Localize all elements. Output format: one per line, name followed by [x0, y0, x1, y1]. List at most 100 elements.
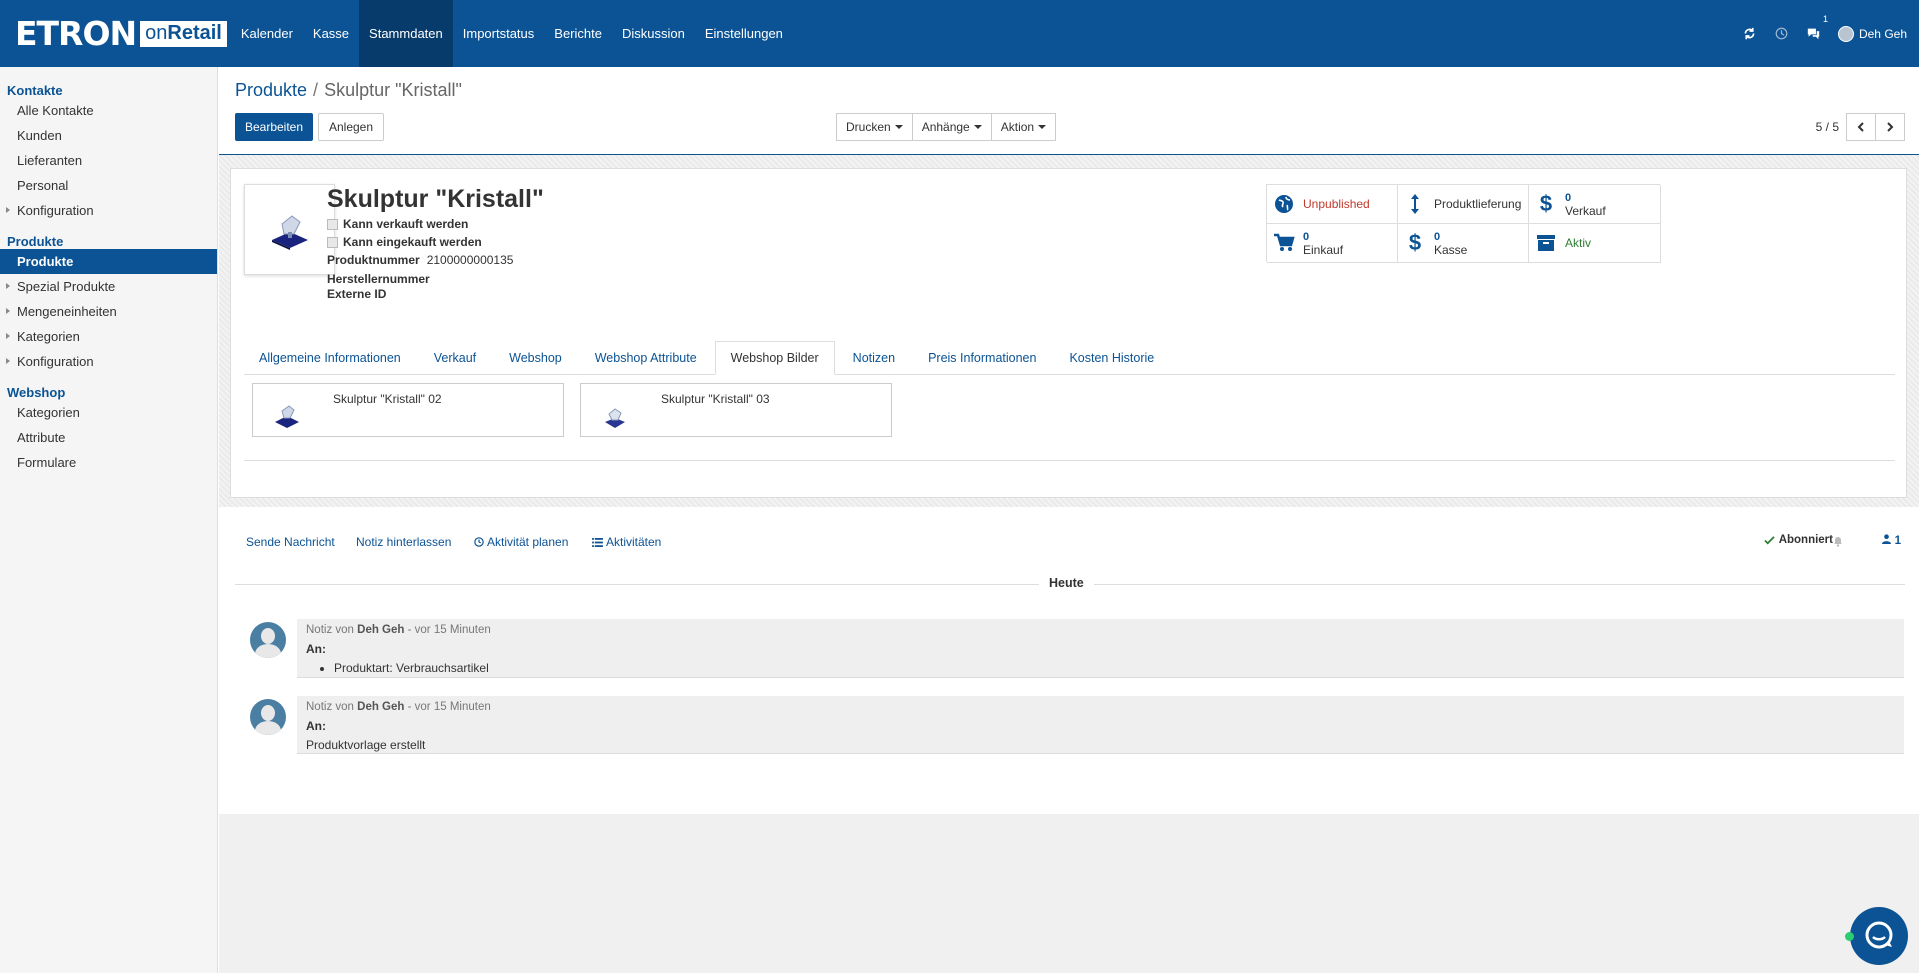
pager-previous-button[interactable] [1846, 113, 1876, 141]
message-author[interactable]: Deh Geh [357, 624, 404, 636]
message: Notiz von Deh Geh - vor 15 Minuten An: P… [297, 696, 1904, 754]
message-prefix: Notiz von [306, 624, 354, 636]
live-chat-button[interactable] [1850, 907, 1908, 965]
menu-berichte[interactable]: Berichte [544, 0, 612, 67]
brand-logo[interactable]: ETRON on Retail [15, 13, 227, 53]
clock-icon[interactable] [1774, 26, 1790, 42]
menu-einstellungen[interactable]: Einstellungen [695, 0, 793, 67]
sales-button[interactable]: $ 0 Verkauf [1529, 185, 1661, 224]
breadcrumb: Produkte / Skulptur "Kristall" [235, 80, 462, 101]
sidebar-item-produkte-konfiguration[interactable]: Konfiguration [0, 349, 217, 374]
notification-count: 1 [1822, 13, 1828, 24]
delivery-button[interactable]: Produktlieferung [1398, 185, 1529, 224]
edit-button[interactable]: Bearbeiten [235, 113, 313, 141]
action-dropdown[interactable]: Aktion [990, 113, 1057, 141]
sidebar-item-produkte[interactable]: Produkte [0, 249, 217, 274]
vertical-arrows-icon [1404, 193, 1426, 215]
user-avatar [1837, 25, 1854, 42]
log-note-link[interactable]: Notiz hinterlassen [356, 535, 451, 549]
action-label: Aktion [1000, 120, 1035, 134]
sales-count: 0 [1565, 191, 1572, 204]
sidebar-item-mengeneinheiten[interactable]: Mengeneinheiten [0, 299, 217, 324]
tab-webshop[interactable]: Webshop [494, 341, 577, 375]
image-caption: Skulptur "Kristall" 02 [333, 392, 442, 406]
sidebar-item-kunden[interactable]: Kunden [0, 123, 217, 148]
following-button[interactable]: Abonniert [1764, 534, 1833, 546]
sidebar-heading-webshop[interactable]: Webshop [0, 378, 217, 400]
purchase-count: 0 [1303, 230, 1310, 243]
systray: 1 Deh Geh [1742, 0, 1907, 67]
pager-next-button[interactable] [1875, 113, 1905, 141]
sidebar-heading-produkte[interactable]: Produkte [0, 227, 217, 249]
can-sell-label: Kann verkauft werden [343, 217, 469, 231]
menu-kalender[interactable]: Kalender [231, 0, 303, 67]
menu-kasse[interactable]: Kasse [303, 0, 359, 67]
refresh-icon[interactable] [1742, 26, 1758, 42]
tab-webshop-attribute[interactable]: Webshop Attribute [580, 341, 712, 375]
schedule-activity-link[interactable]: Aktivität planen [474, 535, 568, 549]
webshop-image-card[interactable]: Skulptur "Kristall" 03 [580, 383, 892, 437]
user-menu[interactable]: Deh Geh [1837, 25, 1907, 42]
user-icon [1882, 534, 1892, 544]
published-button[interactable]: Unpublished [1267, 185, 1398, 224]
sidebar-item-spezial-produkte[interactable]: Spezial Produkte [0, 274, 217, 299]
sidebar-heading-kontakte[interactable]: Kontakte [0, 76, 217, 98]
tab-preis-informationen[interactable]: Preis Informationen [913, 341, 1051, 375]
product-image[interactable] [244, 184, 335, 275]
message-avatar[interactable] [250, 622, 286, 658]
message-meta: Notiz von Deh Geh - vor 15 Minuten [306, 624, 491, 636]
menu-diskussion[interactable]: Diskussion [612, 0, 695, 67]
chat-icon[interactable]: 1 [1806, 14, 1828, 42]
create-button[interactable]: Anlegen [318, 113, 384, 141]
can-buy-checkbox[interactable] [327, 236, 338, 248]
sidebar-item-lieferanten[interactable]: Lieferanten [0, 148, 217, 173]
published-label: Unpublished [1303, 196, 1370, 211]
message-avatar[interactable] [250, 699, 286, 735]
sidebar-item-alle-kontakte[interactable]: Alle Kontakte [0, 98, 217, 123]
can-sell-checkbox[interactable] [327, 218, 338, 230]
shopping-cart-icon [1273, 233, 1295, 253]
pos-label: Kasse [1434, 242, 1468, 257]
sidebar-item-personal[interactable]: Personal [0, 173, 217, 198]
breadcrumb-current: Skulptur "Kristall" [324, 80, 462, 100]
tab-notizen[interactable]: Notizen [838, 341, 910, 375]
bell-icon[interactable] [1833, 535, 1843, 550]
sidebar-item-attribute[interactable]: Attribute [0, 425, 217, 450]
delivery-label: Produktlieferung [1434, 196, 1522, 211]
activities-label: Aktivitäten [606, 535, 662, 549]
send-message-link[interactable]: Sende Nachricht [246, 535, 335, 549]
activities-link[interactable]: Aktivitäten [592, 535, 661, 549]
message-recipients: An: [306, 719, 326, 733]
menu-importstatus[interactable]: Importstatus [453, 0, 545, 67]
pos-button[interactable]: $ 0 Kasse [1398, 224, 1529, 263]
sidebar-item-kontakte-konfiguration[interactable]: Konfiguration [0, 198, 217, 223]
sidebar-item-formulare[interactable]: Formulare [0, 450, 217, 475]
webshop-image-card[interactable]: Skulptur "Kristall" 02 [252, 383, 564, 437]
tab-kosten-historie[interactable]: Kosten Historie [1054, 341, 1169, 375]
menu-stammdaten[interactable]: Stammdaten [359, 0, 453, 67]
sidebar-item-webshop-kategorien[interactable]: Kategorien [0, 400, 217, 425]
attachments-dropdown[interactable]: Anhänge [911, 113, 992, 141]
brand-sub-on: on [145, 22, 168, 44]
message-meta: Notiz von Deh Geh - vor 15 Minuten [306, 701, 491, 713]
purchase-button[interactable]: 0 Einkauf [1267, 224, 1398, 263]
main-content: Produkte / Skulptur "Kristall" Bearbeite… [219, 67, 1919, 973]
chevron-left-icon [1857, 122, 1864, 132]
tab-allgemeine-informationen[interactable]: Allgemeine Informationen [244, 341, 416, 375]
message-body: Produktvorlage erstellt [306, 738, 426, 752]
followers-button[interactable]: 1 [1882, 534, 1901, 547]
sidebar-item-kategorien[interactable]: Kategorien [0, 324, 217, 349]
tab-webshop-bilder[interactable]: Webshop Bilder [714, 341, 835, 375]
caret-down-icon [1038, 125, 1047, 129]
tab-verkauf[interactable]: Verkauf [419, 341, 491, 375]
purchase-label: Einkauf [1303, 242, 1344, 257]
breadcrumb-parent[interactable]: Produkte [235, 80, 307, 101]
brand-name: ETRON [15, 13, 137, 53]
date-separator: Heute [1039, 576, 1094, 590]
notebook-tabs: Allgemeine Informationen Verkauf Webshop… [244, 341, 1895, 375]
message-author[interactable]: Deh Geh [357, 701, 404, 713]
print-dropdown[interactable]: Drucken [836, 113, 913, 141]
can-buy-label: Kann eingekauft werden [343, 235, 482, 249]
manufacturer-field: Herstellernummer [327, 272, 430, 286]
active-toggle-button[interactable]: Aktiv [1529, 224, 1661, 263]
